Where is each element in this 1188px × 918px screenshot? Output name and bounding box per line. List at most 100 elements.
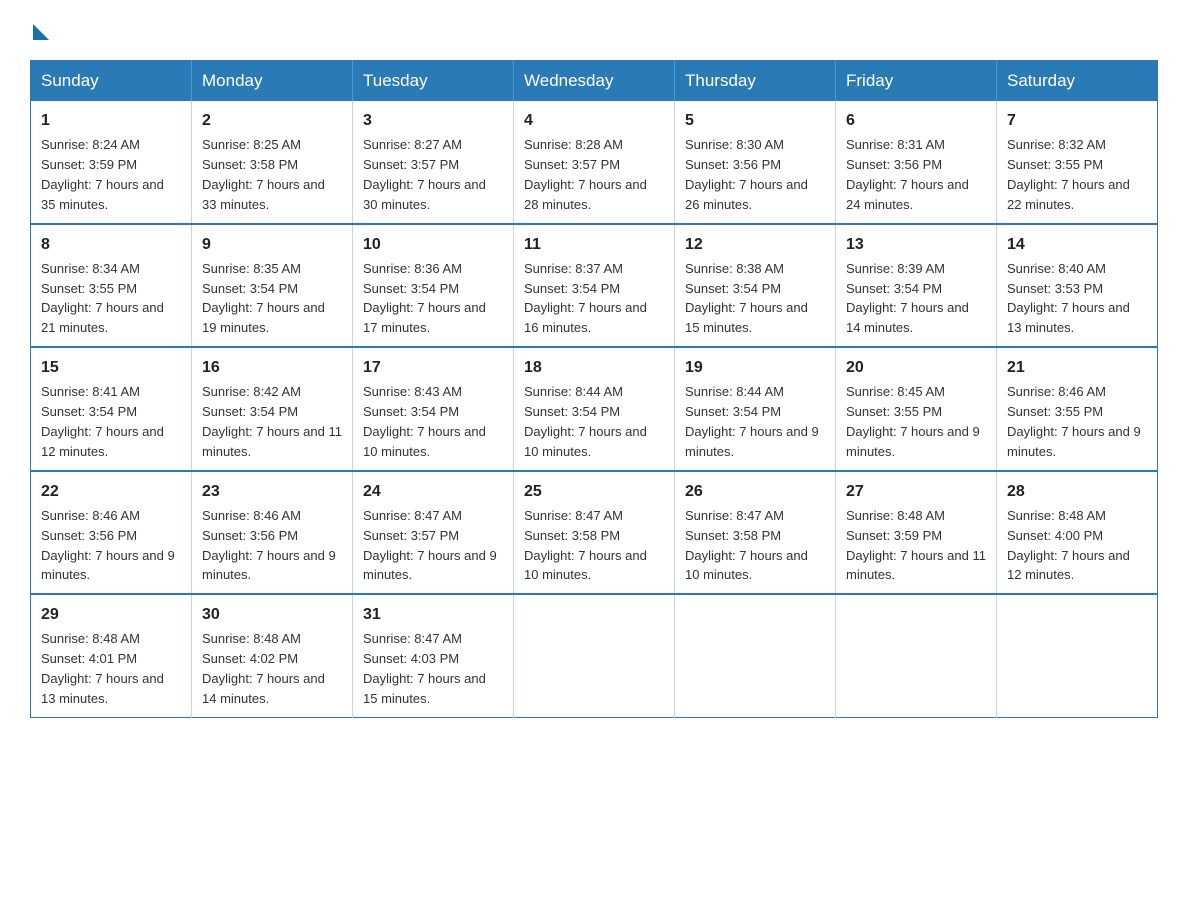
day-number: 1 — [41, 109, 181, 132]
day-info: Sunrise: 8:46 AMSunset: 3:55 PMDaylight:… — [1007, 384, 1141, 459]
day-info: Sunrise: 8:35 AMSunset: 3:54 PMDaylight:… — [202, 261, 325, 336]
day-info: Sunrise: 8:47 AMSunset: 4:03 PMDaylight:… — [363, 631, 486, 706]
calendar-header-tuesday: Tuesday — [353, 61, 514, 102]
calendar-day-cell: 27 Sunrise: 8:48 AMSunset: 3:59 PMDayligh… — [836, 471, 997, 595]
day-number: 26 — [685, 480, 825, 503]
day-info: Sunrise: 8:47 AMSunset: 3:58 PMDaylight:… — [524, 508, 647, 583]
calendar-day-cell: 18Sunrise: 8:44 AMSunset: 3:54 PMDayligh… — [514, 347, 675, 471]
calendar-day-cell: 9 Sunrise: 8:35 AMSunset: 3:54 PMDaylight… — [192, 224, 353, 348]
calendar-day-cell: 19 Sunrise: 8:44 AMSunset: 3:54 PMDayligh… — [675, 347, 836, 471]
day-info: Sunrise: 8:40 AMSunset: 3:53 PMDaylight:… — [1007, 261, 1130, 336]
day-info: Sunrise: 8:48 AMSunset: 4:02 PMDaylight:… — [202, 631, 325, 706]
day-number: 4 — [524, 109, 664, 132]
calendar-day-cell — [836, 594, 997, 717]
day-info: Sunrise: 8:48 AMSunset: 3:59 PMDaylight:… — [846, 508, 986, 583]
calendar-day-cell: 2Sunrise: 8:25 AMSunset: 3:58 PMDaylight… — [192, 101, 353, 224]
day-info: Sunrise: 8:45 AMSunset: 3:55 PMDaylight:… — [846, 384, 980, 459]
calendar-day-cell: 10Sunrise: 8:36 AMSunset: 3:54 PMDayligh… — [353, 224, 514, 348]
calendar-day-cell: 28Sunrise: 8:48 AMSunset: 4:00 PMDayligh… — [997, 471, 1158, 595]
calendar-header-friday: Friday — [836, 61, 997, 102]
calendar-day-cell: 14 Sunrise: 8:40 AMSunset: 3:53 PMDayligh… — [997, 224, 1158, 348]
calendar-day-cell: 25 Sunrise: 8:47 AMSunset: 3:58 PMDayligh… — [514, 471, 675, 595]
calendar-day-cell — [675, 594, 836, 717]
day-number: 31 — [363, 603, 503, 626]
day-number: 6 — [846, 109, 986, 132]
day-info: Sunrise: 8:43 AMSunset: 3:54 PMDaylight:… — [363, 384, 486, 459]
day-number: 7 — [1007, 109, 1147, 132]
day-number: 17 — [363, 356, 503, 379]
day-info: Sunrise: 8:44 AMSunset: 3:54 PMDaylight:… — [685, 384, 819, 459]
day-number: 20 — [846, 356, 986, 379]
day-number: 3 — [363, 109, 503, 132]
calendar-header-monday: Monday — [192, 61, 353, 102]
calendar-header-sunday: Sunday — [31, 61, 192, 102]
logo — [30, 20, 49, 40]
day-info: Sunrise: 8:38 AMSunset: 3:54 PMDaylight:… — [685, 261, 808, 336]
logo-arrow-icon — [33, 24, 49, 40]
calendar-day-cell: 22 Sunrise: 8:46 AMSunset: 3:56 PMDayligh… — [31, 471, 192, 595]
day-info: Sunrise: 8:39 AMSunset: 3:54 PMDaylight:… — [846, 261, 969, 336]
day-info: Sunrise: 8:42 AMSunset: 3:54 PMDaylight:… — [202, 384, 342, 459]
calendar-day-cell — [514, 594, 675, 717]
day-number: 11 — [524, 233, 664, 256]
calendar-week-row: 29 Sunrise: 8:48 AMSunset: 4:01 PMDayligh… — [31, 594, 1158, 717]
day-number: 25 — [524, 480, 664, 503]
day-number: 2 — [202, 109, 342, 132]
calendar-day-cell: 3 Sunrise: 8:27 AMSunset: 3:57 PMDaylight… — [353, 101, 514, 224]
calendar-day-cell: 30 Sunrise: 8:48 AMSunset: 4:02 PMDayligh… — [192, 594, 353, 717]
calendar-day-cell: 15 Sunrise: 8:41 AMSunset: 3:54 PMDayligh… — [31, 347, 192, 471]
calendar-day-cell: 26 Sunrise: 8:47 AMSunset: 3:58 PMDayligh… — [675, 471, 836, 595]
calendar-day-cell: 1Sunrise: 8:24 AMSunset: 3:59 PMDaylight… — [31, 101, 192, 224]
calendar-day-cell: 12 Sunrise: 8:38 AMSunset: 3:54 PMDayligh… — [675, 224, 836, 348]
calendar-day-cell: 5 Sunrise: 8:30 AMSunset: 3:56 PMDaylight… — [675, 101, 836, 224]
day-number: 13 — [846, 233, 986, 256]
calendar-day-cell: 23Sunrise: 8:46 AMSunset: 3:56 PMDayligh… — [192, 471, 353, 595]
day-number: 24 — [363, 480, 503, 503]
day-number: 30 — [202, 603, 342, 626]
day-info: Sunrise: 8:47 AMSunset: 3:58 PMDaylight:… — [685, 508, 808, 583]
day-number: 28 — [1007, 480, 1147, 503]
day-number: 15 — [41, 356, 181, 379]
day-number: 19 — [685, 356, 825, 379]
calendar-table: SundayMondayTuesdayWednesdayThursdayFrid… — [30, 60, 1158, 718]
calendar-week-row: 8Sunrise: 8:34 AMSunset: 3:55 PMDaylight… — [31, 224, 1158, 348]
day-number: 16 — [202, 356, 342, 379]
calendar-day-cell: 29 Sunrise: 8:48 AMSunset: 4:01 PMDayligh… — [31, 594, 192, 717]
day-info: Sunrise: 8:30 AMSunset: 3:56 PMDaylight:… — [685, 137, 808, 212]
calendar-header-wednesday: Wednesday — [514, 61, 675, 102]
day-number: 29 — [41, 603, 181, 626]
day-number: 18 — [524, 356, 664, 379]
calendar-day-cell: 17 Sunrise: 8:43 AMSunset: 3:54 PMDayligh… — [353, 347, 514, 471]
day-number: 21 — [1007, 356, 1147, 379]
day-info: Sunrise: 8:46 AMSunset: 3:56 PMDaylight:… — [202, 508, 336, 583]
day-info: Sunrise: 8:46 AMSunset: 3:56 PMDaylight:… — [41, 508, 175, 583]
day-number: 9 — [202, 233, 342, 256]
day-info: Sunrise: 8:41 AMSunset: 3:54 PMDaylight:… — [41, 384, 164, 459]
calendar-header-row: SundayMondayTuesdayWednesdayThursdayFrid… — [31, 61, 1158, 102]
calendar-header-saturday: Saturday — [997, 61, 1158, 102]
day-info: Sunrise: 8:48 AMSunset: 4:01 PMDaylight:… — [41, 631, 164, 706]
calendar-week-row: 15 Sunrise: 8:41 AMSunset: 3:54 PMDayligh… — [31, 347, 1158, 471]
calendar-day-cell: 16 Sunrise: 8:42 AMSunset: 3:54 PMDayligh… — [192, 347, 353, 471]
calendar-header-thursday: Thursday — [675, 61, 836, 102]
calendar-day-cell — [997, 594, 1158, 717]
calendar-day-cell: 20 Sunrise: 8:45 AMSunset: 3:55 PMDayligh… — [836, 347, 997, 471]
day-number: 10 — [363, 233, 503, 256]
day-number: 14 — [1007, 233, 1147, 256]
day-info: Sunrise: 8:27 AMSunset: 3:57 PMDaylight:… — [363, 137, 486, 212]
day-info: Sunrise: 8:34 AMSunset: 3:55 PMDaylight:… — [41, 261, 164, 336]
day-info: Sunrise: 8:28 AMSunset: 3:57 PMDaylight:… — [524, 137, 647, 212]
calendar-day-cell: 31 Sunrise: 8:47 AMSunset: 4:03 PMDayligh… — [353, 594, 514, 717]
day-number: 22 — [41, 480, 181, 503]
calendar-day-cell: 8Sunrise: 8:34 AMSunset: 3:55 PMDaylight… — [31, 224, 192, 348]
calendar-week-row: 22 Sunrise: 8:46 AMSunset: 3:56 PMDayligh… — [31, 471, 1158, 595]
calendar-day-cell: 4 Sunrise: 8:28 AMSunset: 3:57 PMDaylight… — [514, 101, 675, 224]
day-info: Sunrise: 8:47 AMSunset: 3:57 PMDaylight:… — [363, 508, 497, 583]
calendar-day-cell: 7 Sunrise: 8:32 AMSunset: 3:55 PMDaylight… — [997, 101, 1158, 224]
day-number: 12 — [685, 233, 825, 256]
day-info: Sunrise: 8:37 AMSunset: 3:54 PMDaylight:… — [524, 261, 647, 336]
day-info: Sunrise: 8:32 AMSunset: 3:55 PMDaylight:… — [1007, 137, 1130, 212]
calendar-day-cell: 24 Sunrise: 8:47 AMSunset: 3:57 PMDayligh… — [353, 471, 514, 595]
day-number: 5 — [685, 109, 825, 132]
day-number: 27 — [846, 480, 986, 503]
